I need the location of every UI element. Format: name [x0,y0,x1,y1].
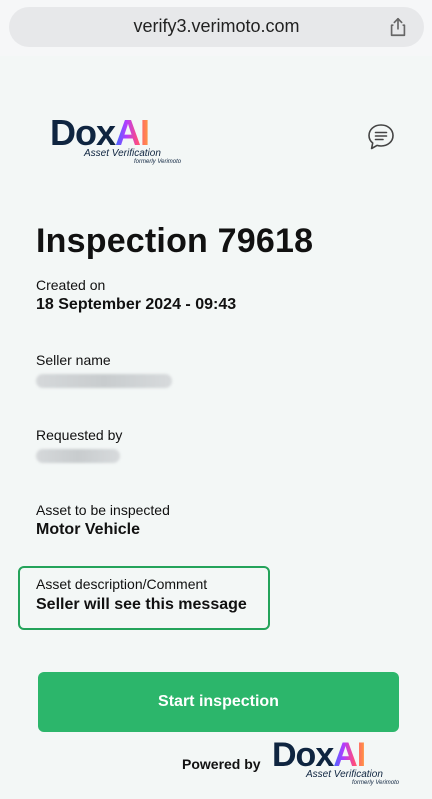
url-text: verify3.verimoto.com [133,16,300,36]
comment-value: Seller will see this message [36,596,247,613]
requester-redacted [36,449,120,463]
seller-name-redacted [36,374,172,388]
asset-value: Motor Vehicle [36,521,141,538]
footer-logo-subtagline: formerly Verimoto [352,780,400,786]
page-title: Inspection 79618 [36,222,314,260]
chat-icon[interactable] [366,122,396,152]
comment-label: Asset description/Comment [36,576,208,592]
logo-subtagline: formerly Verimoto [134,159,182,165]
logo-accent-text: AI [115,112,150,153]
requested-label: Requested by [36,427,123,443]
powered-by-label: Powered by [182,756,261,772]
share-icon[interactable] [387,16,409,38]
seller-label: Seller name [36,352,111,368]
url-bar[interactable]: verify3.verimoto.com [9,7,424,47]
created-value: 18 September 2024 - 09:43 [36,296,237,313]
footer-doxai-logo: DoxAI Asset Verification formerly Verimo… [272,736,399,786]
logo-main-text: Dox [50,112,116,153]
doxai-logo: DoxAI Asset Verification formerly Verimo… [50,112,181,165]
created-label: Created on [36,277,106,293]
start-inspection-button[interactable]: Start inspection [38,672,399,732]
page-content: DoxAI Asset Verification formerly Verimo… [0,56,432,799]
logo-tagline: Asset Verification [84,148,161,159]
asset-label: Asset to be inspected [36,502,170,518]
footer-logo-tagline: Asset Verification [306,769,383,780]
browser-bar: verify3.verimoto.com [0,0,432,56]
